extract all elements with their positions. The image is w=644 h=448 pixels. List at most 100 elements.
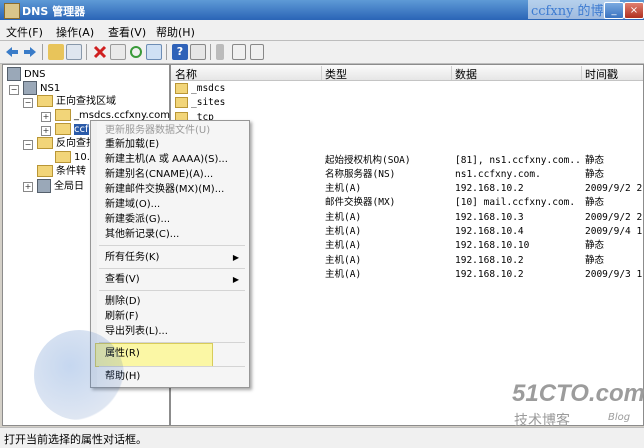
menu-bar: 文件(F) 操作(A) 查看(V) 帮助(H) — [0, 20, 644, 41]
log-icon — [37, 179, 51, 193]
column-timestamp[interactable]: 时间戳 — [581, 66, 643, 81]
column-name[interactable]: 名称 — [171, 66, 322, 81]
tree-node-global-log[interactable]: 全局日 — [37, 179, 84, 193]
menu-help[interactable]: 帮助(H) — [156, 24, 195, 40]
expand-reverse[interactable]: − — [23, 140, 33, 150]
tree-node-reverse-zones[interactable]: 反向查找 — [37, 137, 96, 151]
column-data[interactable]: 数据 — [451, 66, 582, 81]
menu-file[interactable]: 文件(F) — [6, 24, 43, 40]
forward-icon[interactable] — [22, 44, 38, 60]
back-icon[interactable] — [4, 44, 20, 60]
cell-time: 2009/9/2 2 — [585, 183, 643, 195]
menu-view[interactable]: 查看(V) ▶ — [105, 273, 245, 287]
record-icon[interactable] — [250, 44, 264, 60]
tree-node-reverse-zone[interactable]: 10. — [55, 151, 90, 165]
cell-type: 主机(A) — [325, 211, 362, 223]
tree-node-forward-zones[interactable]: 正向查找区域 — [37, 95, 116, 109]
menu-new-domain[interactable]: 新建域(O)... — [105, 198, 160, 212]
list-header: 名称 类型 数据 时间戳 — [171, 65, 643, 81]
cell-data: 192.168.10.2 — [455, 254, 524, 266]
cell-data: [10] mail.ccfxny.com. — [455, 197, 576, 209]
cell-time: 静态 — [585, 154, 605, 166]
cell-type: 主机(A) — [325, 183, 362, 195]
cell-type: 主机(A) — [325, 226, 362, 237]
cell-data: 192.168.10.10 — [455, 240, 530, 252]
cell-data: ns1.ccfxny.com. — [455, 168, 541, 180]
expand-forward[interactable]: − — [23, 98, 33, 108]
server-icon[interactable] — [216, 44, 224, 60]
cell-name: _sites — [175, 96, 301, 110]
console-icon[interactable] — [190, 44, 206, 60]
cell-time: 静态 — [585, 254, 605, 266]
tree-node-dns[interactable]: DNS — [7, 67, 46, 81]
status-bar: 打开当前选择的属性对话框。 — [0, 427, 644, 448]
export-icon[interactable] — [146, 44, 162, 60]
cell-type: 主机(A) — [325, 254, 362, 266]
show-hide-tree-icon[interactable] — [66, 44, 82, 60]
expand-global-log[interactable]: + — [23, 182, 33, 192]
folder-icon — [37, 165, 53, 177]
zone-icon — [55, 109, 71, 121]
menu-export-list[interactable]: 导出列表(L)... — [105, 325, 168, 339]
refresh-icon[interactable] — [128, 44, 144, 60]
tree-node-conditional[interactable]: 条件转 — [37, 165, 86, 179]
zone-icon — [55, 151, 71, 163]
cell-type: 起始授权机构(SOA) — [325, 154, 411, 166]
expand-ns1[interactable]: − — [9, 85, 19, 95]
menu-delete[interactable]: 删除(D) — [105, 295, 141, 309]
window-title: DNS 管理器 — [22, 5, 86, 18]
table-row[interactable]: _sites — [171, 96, 643, 110]
folder-icon — [175, 97, 188, 109]
submenu-arrow-icon: ▶ — [232, 253, 239, 262]
menu-view[interactable]: 查看(V) — [108, 24, 146, 40]
tree-node-ccfxny[interactable]: ccf — [55, 123, 89, 137]
cell-data: 192.168.10.4 — [455, 226, 524, 237]
table-row[interactable]: _msdcs — [171, 82, 643, 96]
expand-ccfxny[interactable]: + — [41, 126, 51, 136]
dns-icon — [7, 67, 21, 81]
up-folder-icon[interactable] — [48, 44, 64, 60]
zone-icon[interactable] — [232, 44, 246, 60]
properties-icon[interactable] — [110, 44, 126, 60]
expand-msdcs[interactable]: + — [41, 112, 51, 122]
cell-time: 2009/9/2 2 — [585, 211, 643, 223]
toolbar: ? — [0, 41, 644, 64]
server-node-icon — [23, 81, 37, 95]
menu-all-tasks[interactable]: 所有任务(K) ▶ — [105, 251, 245, 265]
delete-icon[interactable] — [92, 44, 108, 60]
title-bar: DNS 管理器 ccfxny 的博客 _ × — [0, 0, 644, 20]
tree-node-ns1[interactable]: NS1 — [23, 81, 60, 95]
zone-icon — [55, 123, 71, 135]
menu-new-alias[interactable]: 新建别名(CNAME)(A)... — [105, 168, 213, 182]
cell-type: 主机(A) — [325, 240, 362, 252]
cell-data: [81], ns1.ccfxny.com.... — [455, 154, 581, 166]
column-type[interactable]: 类型 — [321, 66, 452, 81]
menu-refresh[interactable]: 刷新(F) — [105, 310, 139, 324]
menu-update-server-data[interactable]: 更新服务器数据文件(U) — [105, 124, 210, 138]
cell-data: 192.168.10.2 — [455, 268, 524, 280]
help-icon[interactable]: ? — [172, 44, 188, 60]
close-button[interactable]: × — [624, 2, 644, 19]
menu-new-delegation[interactable]: 新建委派(G)... — [105, 213, 170, 227]
menu-new-host[interactable]: 新建主机(A 或 AAAA)(S)... — [105, 153, 228, 167]
cell-data: 192.168.10.2 — [455, 183, 524, 195]
cell-type: 名称服务器(NS) — [325, 168, 396, 180]
folder-icon — [175, 83, 188, 94]
menu-other-records[interactable]: 其他新记录(C)... — [105, 228, 179, 242]
menu-action[interactable]: 操作(A) — [56, 24, 94, 40]
submenu-arrow-icon: ▶ — [232, 275, 239, 284]
cell-time: 2009/9/3 1 — [585, 268, 643, 280]
status-text: 打开当前选择的属性对话框。 — [4, 433, 147, 446]
cell-type: 邮件交换器(MX) — [325, 197, 396, 209]
menu-new-mx[interactable]: 新建邮件交换器(MX)(M)... — [105, 183, 224, 197]
cell-time: 静态 — [585, 168, 605, 180]
cell-data: 192.168.10.3 — [455, 211, 524, 223]
folder-icon — [37, 137, 53, 149]
cell-time: 静态 — [585, 197, 605, 209]
dns-app-icon — [4, 3, 20, 19]
cell-name: _msdcs — [175, 82, 301, 96]
51cto-watermark: 51CTO.com 技术博客 Blog — [512, 380, 644, 429]
menu-reload[interactable]: 重新加载(E) — [105, 138, 159, 152]
folder-icon — [37, 95, 53, 107]
minimize-button[interactable]: _ — [604, 2, 624, 19]
